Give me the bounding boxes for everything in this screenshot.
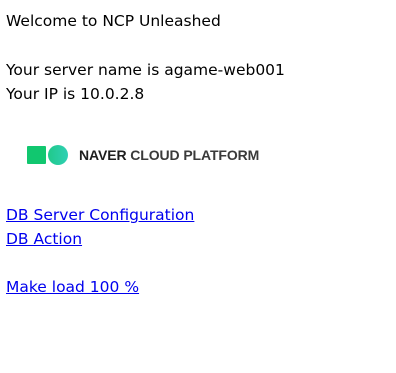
make-load-100-link[interactable]: Make load 100 % [6, 275, 139, 299]
naver-cloud-platform-logo: NAVER CLOUD PLATFORM [27, 144, 259, 166]
welcome-heading: Welcome to NCP Unleashed [6, 12, 221, 30]
db-server-configuration-link[interactable]: DB Server Configuration [6, 203, 194, 227]
server-ip-text: Your IP is 10.0.2.8 [6, 85, 145, 103]
server-name-text: Your server name is agame-web001 [6, 61, 285, 79]
db-action-link[interactable]: DB Action [6, 227, 82, 251]
logo-text: NAVER CLOUD PLATFORM [79, 147, 260, 163]
naver-cloud-logo-icon [27, 145, 71, 165]
